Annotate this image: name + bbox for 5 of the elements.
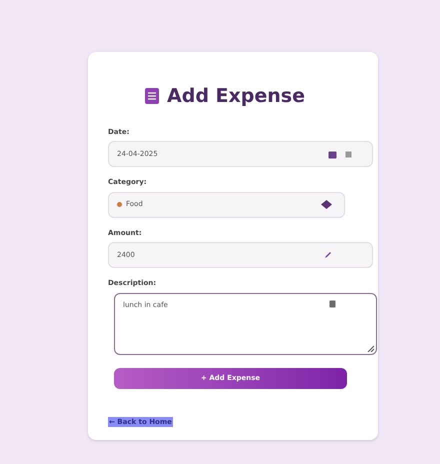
- pencil-icon: [324, 251, 332, 259]
- document-icon: [145, 88, 160, 104]
- page-title: Add Expense: [167, 84, 305, 109]
- resize-handle-icon[interactable]: [367, 344, 374, 352]
- food-icon: [117, 202, 122, 207]
